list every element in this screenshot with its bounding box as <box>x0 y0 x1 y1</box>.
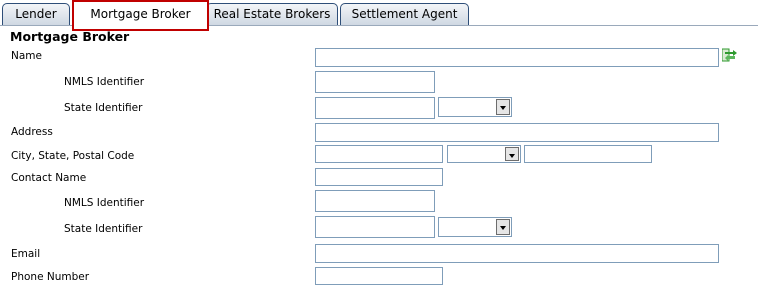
nmls-identifier-input[interactable] <box>315 71 435 93</box>
state-identifier-input[interactable] <box>315 97 435 119</box>
contact-nmls-identifier-label: NMLS Identifier <box>64 197 145 209</box>
section-title: Mortgage Broker <box>10 29 130 44</box>
postal-code-input[interactable] <box>524 145 652 163</box>
city-state-postal-label: City, State, Postal Code <box>11 150 135 162</box>
tab-settlement-agent[interactable]: Settlement Agent <box>340 3 469 25</box>
chevron-down-icon[interactable] <box>505 147 519 161</box>
phone-number-input[interactable] <box>315 267 443 285</box>
tab-real-estate-brokers[interactable]: Real Estate Brokers <box>206 3 338 25</box>
contact-name-label: Contact Name <box>11 172 87 184</box>
chevron-down-icon[interactable] <box>496 219 510 235</box>
tab-lender[interactable]: Lender <box>2 3 70 25</box>
name-label: Name <box>11 50 42 62</box>
contact-state-identifier-input[interactable] <box>315 216 435 238</box>
address-label: Address <box>11 126 53 138</box>
copy-arrows-icon[interactable] <box>722 48 738 62</box>
city-input[interactable] <box>315 145 443 163</box>
tab-bar: Lender Mortgage Broker Real Estate Broke… <box>0 0 758 31</box>
state-select[interactable] <box>447 145 521 163</box>
contact-state-identifier-state-select[interactable] <box>438 217 512 237</box>
address-input[interactable] <box>315 123 719 142</box>
phone-number-label: Phone Number <box>11 271 90 283</box>
contact-nmls-identifier-input[interactable] <box>315 190 435 212</box>
tab-mortgage-broker[interactable]: Mortgage Broker <box>72 0 209 31</box>
state-identifier-state-select[interactable] <box>438 97 512 117</box>
email-label: Email <box>11 248 41 260</box>
state-identifier-label: State Identifier <box>64 102 143 114</box>
name-input[interactable] <box>315 48 719 67</box>
email-input[interactable] <box>315 244 719 263</box>
chevron-down-icon[interactable] <box>496 99 510 115</box>
nmls-identifier-label: NMLS Identifier <box>64 76 145 88</box>
contact-name-input[interactable] <box>315 168 443 186</box>
contact-state-identifier-label: State Identifier <box>64 223 143 235</box>
